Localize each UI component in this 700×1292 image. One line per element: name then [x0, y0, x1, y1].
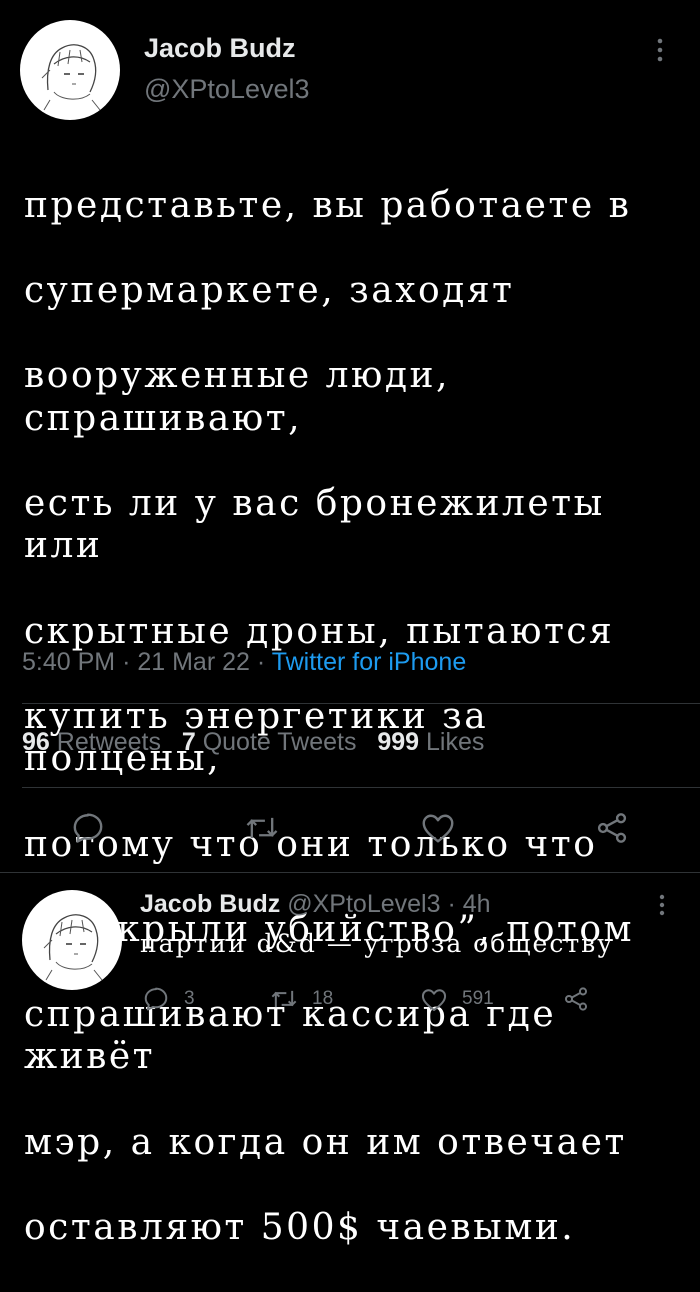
tweet-date[interactable]: 21 Mar 22 — [137, 648, 250, 676]
tweet-text-line: скрытные дроны, пытаются — [24, 610, 615, 652]
reply-author-name[interactable]: Jacob Budz — [140, 890, 280, 918]
share-button[interactable] — [594, 810, 630, 846]
likes-count: 999 — [377, 728, 420, 756]
tweet-source[interactable]: Twitter for iPhone — [272, 648, 467, 676]
more-icon[interactable] — [652, 36, 668, 70]
tweet-text-line: спрашивают кассира где живёт — [24, 993, 557, 1078]
retweet-icon — [246, 817, 278, 839]
quotes-label: Quote Tweets — [202, 728, 357, 756]
reply-retweet-button[interactable]: 18 — [270, 986, 333, 1012]
like-icon — [422, 814, 454, 843]
divider — [22, 787, 700, 788]
likes-label: Likes — [426, 728, 485, 756]
retweets-count: 96 — [22, 728, 50, 756]
author-handle[interactable]: @XPtoLevel3 — [144, 74, 310, 105]
tweet-meta: 5:40 PM · 21 Mar 22 · Twitter for iPhone — [22, 648, 466, 677]
tweet-text-line: представьте, вы работаете в — [24, 184, 632, 226]
tweet-text: представьте, вы работаете в супермаркете… — [24, 142, 694, 1292]
tweet-text-line: мэр, а когда он им отвечает — [24, 1121, 627, 1163]
reply-age[interactable]: 4h — [463, 890, 491, 918]
reply-icon — [73, 813, 103, 843]
quotes-count: 7 — [181, 728, 196, 756]
quotes-stat[interactable]: 7 Quote Tweets — [182, 728, 357, 756]
reply-more-icon[interactable] — [654, 893, 670, 925]
meta-separator: · — [122, 648, 131, 676]
divider — [22, 703, 700, 704]
reply-author-avatar[interactable] — [22, 890, 122, 990]
like-icon — [421, 989, 447, 1012]
tweet-text-line: вооруженные люди, спрашивают, — [24, 354, 450, 439]
tweet-time[interactable]: 5:40 PM — [22, 648, 115, 676]
divider — [0, 872, 700, 873]
reply-text: партии d&d — угроза обществу — [140, 929, 614, 958]
meta-separator: · — [256, 648, 266, 676]
reply-button[interactable] — [70, 810, 106, 846]
avatar-drawing — [43, 914, 103, 981]
avatar-drawing — [41, 44, 101, 111]
retweets-label: Retweets — [56, 728, 161, 756]
share-icon — [597, 813, 627, 843]
likes-stat[interactable]: 999 Likes — [377, 728, 484, 756]
retweets-stat[interactable]: 96 Retweets — [22, 728, 161, 756]
tweet-text-line: есть ли у вас бронежилеты или — [24, 482, 605, 567]
retweet-icon — [271, 990, 297, 1008]
like-button[interactable] — [420, 810, 456, 844]
reply-likes-count: 591 — [462, 988, 494, 1009]
reply-replies-count: 3 — [184, 988, 195, 1009]
tweet-text-line: супермаркете, заходят — [24, 269, 515, 311]
reply-icon — [144, 987, 168, 1011]
reply-retweets-count: 18 — [312, 988, 334, 1009]
share-icon — [564, 987, 588, 1011]
reply-header: Jacob Budz @XPtoLevel3 · 4h — [140, 890, 491, 919]
reply-separator: · — [447, 890, 456, 918]
reply-reply-button[interactable]: 3 — [142, 985, 195, 1013]
tweet-text-line: оставляют 500$ чаевыми. — [24, 1206, 576, 1248]
reply-author-handle[interactable]: @XPtoLevel3 — [287, 890, 440, 918]
author-avatar[interactable] — [20, 20, 120, 120]
reply-share-button[interactable] — [562, 985, 590, 1018]
retweet-button[interactable] — [244, 812, 280, 844]
author-name[interactable]: Jacob Budz — [144, 33, 296, 64]
tweet-stats: 96 Retweets 7 Quote Tweets 999 Likes — [22, 728, 484, 757]
reply-like-button[interactable]: 591 — [420, 986, 494, 1012]
